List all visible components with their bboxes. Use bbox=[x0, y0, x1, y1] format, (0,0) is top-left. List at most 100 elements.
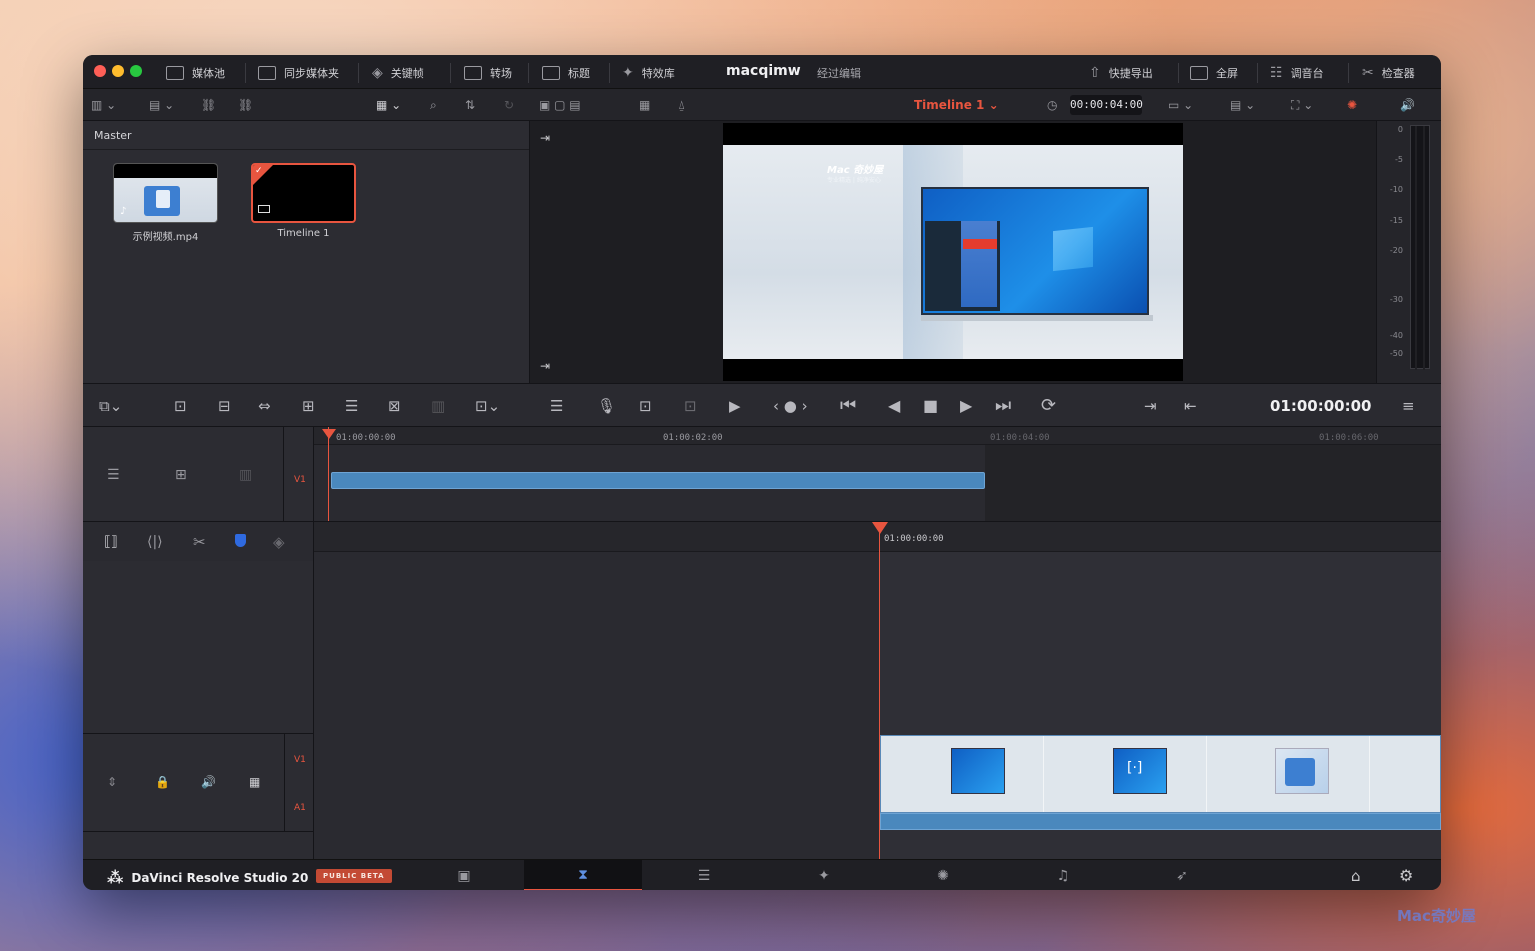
beta-badge: PUBLIC BETA bbox=[316, 869, 392, 883]
adjust-icon[interactable]: ☰ bbox=[550, 398, 563, 414]
marker-icon[interactable]: ◈ bbox=[273, 533, 285, 551]
grid-view-icon[interactable]: ▦ ⌄ bbox=[376, 96, 401, 114]
panel-toggle-icon[interactable]: ▥ ⌄ bbox=[91, 96, 116, 114]
place-on-top-icon[interactable]: ☰ bbox=[345, 398, 358, 414]
expand-icon[interactable]: ⇕ bbox=[107, 775, 117, 789]
export-icon: ⇧ bbox=[1089, 65, 1101, 81]
lower-track-controls: ⇕ 🔒 🔊 ▦ V1 A1 bbox=[83, 561, 314, 859]
tab-transitions[interactable]: 转场 bbox=[464, 64, 512, 82]
tab-label: 调音台 bbox=[1290, 67, 1324, 80]
gear-icon[interactable]: ⚙ bbox=[1399, 866, 1413, 885]
source-overwrite-icon[interactable]: ⊠ bbox=[388, 398, 401, 414]
new-bin-icon[interactable]: ▤ ⌄ bbox=[149, 96, 174, 114]
edit-mode-icon[interactable]: ⧉⌄ bbox=[99, 398, 122, 414]
trim-handle-icon: [·] bbox=[1127, 760, 1143, 776]
go-to-start-icon[interactable]: ⇥ bbox=[540, 131, 550, 145]
viewer-mode-icon[interactable]: ▣ ▢ ▤ bbox=[539, 96, 581, 114]
broadcast-icon[interactable]: ⍙ bbox=[678, 96, 685, 114]
microphone-icon[interactable]: 🎙 bbox=[597, 398, 616, 414]
play-icon[interactable]: ▶ bbox=[960, 398, 972, 414]
loop-icon[interactable]: ⟳ bbox=[1041, 397, 1056, 415]
clip-video[interactable]: ♪ 示例视频.mp4 bbox=[113, 163, 218, 243]
film-icon[interactable]: ▦ bbox=[249, 775, 260, 789]
meter-label: 0 bbox=[1397, 125, 1403, 134]
go-to-end-icon[interactable]: ⇥ bbox=[540, 359, 550, 373]
tab-quick-export[interactable]: ⇧ 快捷导出 bbox=[1089, 64, 1153, 82]
page-color[interactable]: ✺ bbox=[884, 860, 1002, 890]
tab-inspector[interactable]: ✂ 检查器 bbox=[1362, 64, 1415, 82]
close-window-button[interactable] bbox=[94, 65, 106, 77]
color-wheel-icon[interactable]: ✺ bbox=[1347, 96, 1357, 114]
track-select-icon[interactable]: ☰ bbox=[107, 467, 120, 483]
search-icon[interactable]: ⌕ bbox=[430, 96, 437, 114]
zoom-window-button[interactable] bbox=[130, 65, 142, 77]
tab-label: 媒体池 bbox=[192, 67, 225, 80]
speaker-icon[interactable]: 🔊 bbox=[201, 775, 216, 789]
tab-media-pool[interactable]: 媒体池 bbox=[166, 64, 225, 82]
tab-label: 特效库 bbox=[641, 67, 675, 80]
hd-icon[interactable]: ▤ ⌄ bbox=[1230, 96, 1255, 114]
tab-label: 同步媒体夹 bbox=[284, 67, 339, 80]
split-view-icon[interactable]: ▦ bbox=[639, 96, 650, 114]
mark-in-icon[interactable]: ⇥ bbox=[1144, 398, 1157, 414]
timeline-clip-bar[interactable] bbox=[331, 472, 985, 489]
stop-icon[interactable]: ■ bbox=[923, 398, 938, 414]
playhead-marker[interactable] bbox=[322, 429, 336, 439]
smart-insert-icon[interactable]: ⊡ bbox=[174, 398, 187, 414]
play-clip-icon[interactable]: ▶ bbox=[729, 398, 741, 414]
tab-fullscreen[interactable]: 全屏 bbox=[1190, 64, 1238, 82]
video-clip-strip[interactable]: [·] bbox=[880, 735, 1441, 813]
append-icon[interactable]: ⊟ bbox=[218, 398, 231, 414]
video-frame[interactable]: Mac 奇妙屋 专业精选 | 纯净安心 bbox=[723, 123, 1183, 381]
blade-icon[interactable]: ✂ bbox=[193, 533, 206, 551]
skip-back-icon[interactable]: ⏮ bbox=[840, 397, 856, 415]
page-media[interactable]: ▣ bbox=[405, 860, 523, 890]
tab-mixer[interactable]: ☷ 调音台 bbox=[1270, 64, 1324, 82]
reverse-play-icon[interactable]: ◀ bbox=[888, 398, 900, 414]
clip-timeline[interactable]: ✓ Timeline 1 bbox=[251, 163, 356, 239]
poi-add-icon[interactable]: ⊡ bbox=[684, 398, 697, 414]
split-icon[interactable]: ▥ bbox=[431, 398, 445, 414]
mark-out-icon[interactable]: ⇤ bbox=[1184, 398, 1197, 414]
transform-icon[interactable]: ⛶ ⌄ bbox=[1291, 96, 1313, 114]
menu-icon[interactable]: ≡ bbox=[1402, 398, 1415, 414]
playhead-marker-lower[interactable] bbox=[872, 522, 888, 534]
page-fairlight[interactable]: ♫ bbox=[1004, 860, 1122, 890]
page-fusion[interactable]: ✦ bbox=[765, 860, 883, 890]
lock-icon[interactable]: 🔒 bbox=[155, 775, 170, 789]
prev-marker-icon[interactable]: ‹ ● › bbox=[773, 398, 808, 414]
skip-forward-icon[interactable]: ⏭ bbox=[995, 397, 1011, 415]
audio-clip-strip[interactable] bbox=[880, 813, 1441, 830]
trim-icon[interactable]: ⟦⟧ bbox=[104, 534, 118, 550]
ruler-label: 01:00:00:00 bbox=[884, 534, 944, 544]
tab-titles[interactable]: 标题 bbox=[542, 64, 590, 82]
link-icon[interactable]: ⛓ bbox=[201, 96, 216, 114]
track-audio-icon[interactable]: ▥ bbox=[239, 467, 252, 483]
tab-effects[interactable]: ✦ 特效库 bbox=[622, 64, 675, 82]
ripple-overwrite-icon[interactable]: ⇔ bbox=[258, 398, 271, 414]
meter-label: -50 bbox=[1389, 349, 1403, 358]
current-timecode: 01:00:00:00 bbox=[1270, 397, 1372, 415]
page-cut[interactable]: ⧗ bbox=[524, 860, 642, 890]
aspect-icon[interactable]: ▭ ⌄ bbox=[1168, 96, 1193, 114]
page-edit[interactable]: ☰ bbox=[645, 860, 763, 890]
track-align-icon[interactable]: ⊞ bbox=[175, 467, 187, 483]
close-up-icon[interactable]: ⊞ bbox=[302, 398, 315, 414]
sort-icon[interactable]: ⇅ bbox=[465, 96, 475, 114]
flag-icon[interactable] bbox=[235, 534, 246, 547]
meter-label: -10 bbox=[1389, 185, 1403, 194]
home-icon[interactable]: ⌂ bbox=[1351, 867, 1361, 885]
poi-icon[interactable]: ⊡ bbox=[639, 398, 652, 414]
refresh-icon[interactable]: ↻ bbox=[504, 96, 514, 114]
audio-meter: 0 -5 -10 -15 -20 -30 -40 -50 bbox=[1376, 121, 1441, 383]
page-deliver[interactable]: ➶ bbox=[1123, 860, 1241, 890]
volume-icon[interactable]: 🔊 bbox=[1400, 96, 1415, 114]
unlink-icon[interactable]: ⛓ bbox=[238, 96, 253, 114]
tab-sync-bin[interactable]: 同步媒体夹 bbox=[258, 64, 339, 82]
timeline-selector[interactable]: Timeline 1 ⌄ bbox=[914, 98, 999, 112]
cut-page-icon: ⧗ bbox=[578, 866, 588, 883]
minimize-window-button[interactable] bbox=[112, 65, 124, 77]
insert-image-icon[interactable]: ⊡⌄ bbox=[475, 398, 500, 414]
tab-keyframes[interactable]: ◈ 关键帧 bbox=[372, 64, 424, 82]
dynamic-trim-icon[interactable]: ⟨|⟩ bbox=[147, 534, 163, 550]
